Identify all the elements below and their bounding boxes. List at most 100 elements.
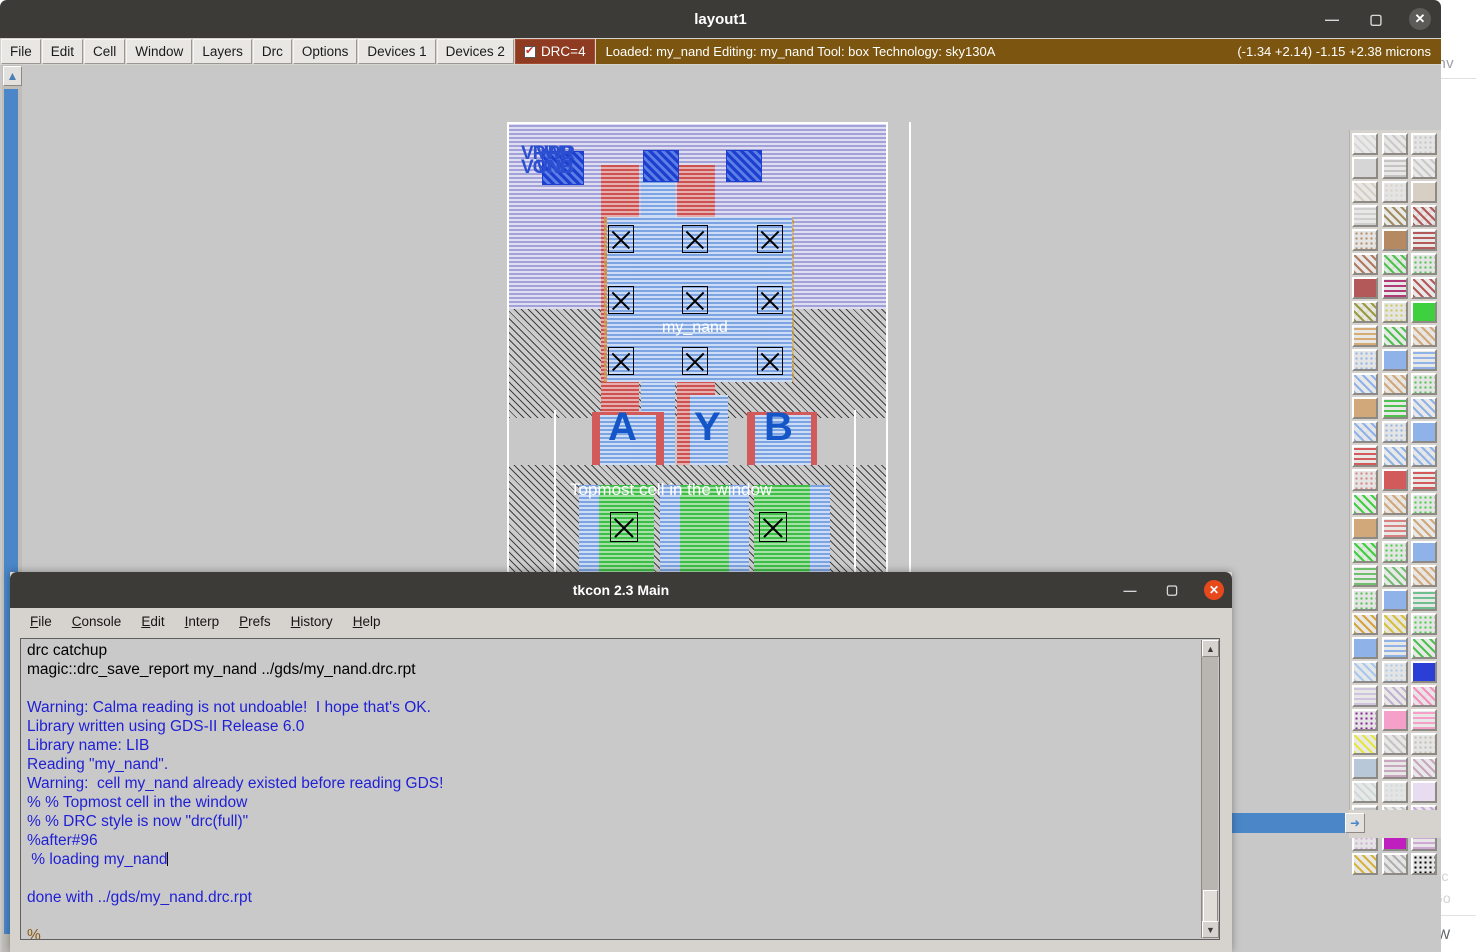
layer-swatch[interactable]: [1352, 781, 1378, 803]
menu-edit[interactable]: Edit: [41, 39, 84, 64]
tkcon-output-area[interactable]: drc catchup magic::drc_save_report my_nan…: [20, 638, 1220, 940]
layer-swatch[interactable]: [1381, 853, 1408, 875]
layer-swatch[interactable]: [1352, 853, 1378, 875]
layer-swatch[interactable]: [1381, 205, 1408, 227]
tkcon-vertical-scrollbar[interactable]: ▲ ▼: [1201, 640, 1219, 938]
layer-swatch[interactable]: [1381, 493, 1408, 515]
layer-swatch[interactable]: [1411, 493, 1438, 515]
minimize-button[interactable]: —: [1321, 8, 1343, 30]
layer-swatch[interactable]: [1411, 685, 1438, 707]
layer-swatch[interactable]: [1411, 613, 1438, 635]
layer-swatch[interactable]: [1411, 589, 1438, 611]
layer-swatch[interactable]: [1381, 181, 1408, 203]
layer-swatch[interactable]: [1352, 493, 1378, 515]
layer-swatch[interactable]: [1381, 589, 1408, 611]
layer-swatch[interactable]: [1381, 685, 1408, 707]
layer-swatch[interactable]: [1352, 349, 1378, 371]
tkcon-scroll-down-arrow-icon[interactable]: ▼: [1202, 921, 1219, 938]
layer-swatch[interactable]: [1381, 253, 1408, 275]
layer-swatch[interactable]: [1411, 565, 1438, 587]
layer-swatch[interactable]: [1381, 469, 1408, 491]
tkcon-menu-help[interactable]: Help: [343, 612, 391, 631]
menu-drc[interactable]: Drc: [252, 39, 292, 64]
layer-swatch[interactable]: [1411, 733, 1438, 755]
tkcon-menu-edit[interactable]: Edit: [131, 612, 174, 631]
layer-swatch[interactable]: [1352, 181, 1378, 203]
layer-swatch[interactable]: [1352, 661, 1378, 683]
layer-swatch[interactable]: [1352, 637, 1378, 659]
layer-swatch[interactable]: [1411, 541, 1438, 563]
layer-swatch[interactable]: [1411, 709, 1438, 731]
layer-swatch[interactable]: [1352, 157, 1378, 179]
layer-swatch[interactable]: [1381, 133, 1408, 155]
scroll-right-arrow-icon[interactable]: ➜: [1345, 813, 1365, 833]
layer-swatch[interactable]: [1411, 229, 1438, 251]
layer-swatch[interactable]: [1411, 277, 1438, 299]
layer-swatch[interactable]: [1381, 397, 1408, 419]
menu-devices-2[interactable]: Devices 2: [436, 39, 514, 64]
tkcon-close-button[interactable]: ✕: [1204, 580, 1224, 600]
layer-swatch[interactable]: [1411, 853, 1438, 875]
layer-swatch[interactable]: [1381, 709, 1408, 731]
layer-swatch[interactable]: [1411, 157, 1438, 179]
layer-swatch[interactable]: [1352, 733, 1378, 755]
layer-swatch[interactable]: [1352, 541, 1378, 563]
layer-swatch[interactable]: [1352, 397, 1378, 419]
menu-file[interactable]: File: [1, 39, 41, 64]
layer-swatch[interactable]: [1381, 733, 1408, 755]
layer-swatch[interactable]: [1352, 421, 1378, 443]
tkcon-menu-history[interactable]: History: [281, 612, 343, 631]
layer-swatch[interactable]: [1352, 325, 1378, 347]
layer-swatch[interactable]: [1352, 517, 1378, 539]
layer-swatch[interactable]: [1352, 445, 1378, 467]
layer-swatch[interactable]: [1381, 565, 1408, 587]
layer-swatch[interactable]: [1411, 133, 1438, 155]
layer-swatch[interactable]: [1352, 205, 1378, 227]
tkcon-minimize-button[interactable]: —: [1120, 580, 1140, 600]
layer-swatch[interactable]: [1411, 205, 1438, 227]
layer-swatch[interactable]: [1381, 373, 1408, 395]
layer-swatch[interactable]: [1381, 541, 1408, 563]
layer-swatch[interactable]: [1411, 781, 1438, 803]
layer-swatch[interactable]: [1411, 301, 1438, 323]
tkcon-menu-prefs[interactable]: Prefs: [229, 612, 281, 631]
layer-swatch[interactable]: [1352, 589, 1378, 611]
layer-swatch[interactable]: [1411, 757, 1438, 779]
layer-swatch[interactable]: [1352, 565, 1378, 587]
layer-swatch[interactable]: [1381, 781, 1408, 803]
menu-window[interactable]: Window: [126, 39, 193, 64]
layer-swatch[interactable]: [1352, 757, 1378, 779]
layer-swatch[interactable]: [1352, 613, 1378, 635]
layer-swatch[interactable]: [1411, 325, 1438, 347]
maximize-button[interactable]: ▢: [1365, 8, 1387, 30]
tkcon-scroll-up-arrow-icon[interactable]: ▲: [1202, 640, 1219, 657]
layer-swatch[interactable]: [1381, 637, 1408, 659]
layer-swatch[interactable]: [1381, 613, 1408, 635]
layer-swatch[interactable]: [1411, 661, 1438, 683]
layer-swatch[interactable]: [1381, 445, 1408, 467]
layer-palette[interactable]: [1349, 130, 1441, 875]
layer-swatch[interactable]: [1381, 517, 1408, 539]
layer-swatch[interactable]: [1381, 157, 1408, 179]
menu-layers[interactable]: Layers: [193, 39, 252, 64]
layer-swatch[interactable]: [1411, 445, 1438, 467]
layer-swatch[interactable]: [1411, 397, 1438, 419]
close-button[interactable]: ✕: [1409, 8, 1431, 30]
layer-swatch[interactable]: [1381, 757, 1408, 779]
layer-swatch[interactable]: [1352, 301, 1378, 323]
layer-swatch[interactable]: [1381, 229, 1408, 251]
layer-swatch[interactable]: [1411, 637, 1438, 659]
layer-swatch[interactable]: [1352, 709, 1378, 731]
layer-swatch[interactable]: [1411, 517, 1438, 539]
menu-cell[interactable]: Cell: [84, 39, 126, 64]
layer-swatch[interactable]: [1381, 349, 1408, 371]
layer-swatch[interactable]: [1381, 661, 1408, 683]
layer-swatch[interactable]: [1411, 349, 1438, 371]
layer-swatch[interactable]: [1352, 133, 1378, 155]
scroll-up-arrow-icon[interactable]: ▲: [3, 66, 22, 86]
layer-swatch[interactable]: [1381, 301, 1408, 323]
layer-swatch[interactable]: [1352, 277, 1378, 299]
layer-swatch[interactable]: [1411, 421, 1438, 443]
layer-swatch[interactable]: [1411, 253, 1438, 275]
tkcon-menu-console[interactable]: Console: [62, 612, 132, 631]
